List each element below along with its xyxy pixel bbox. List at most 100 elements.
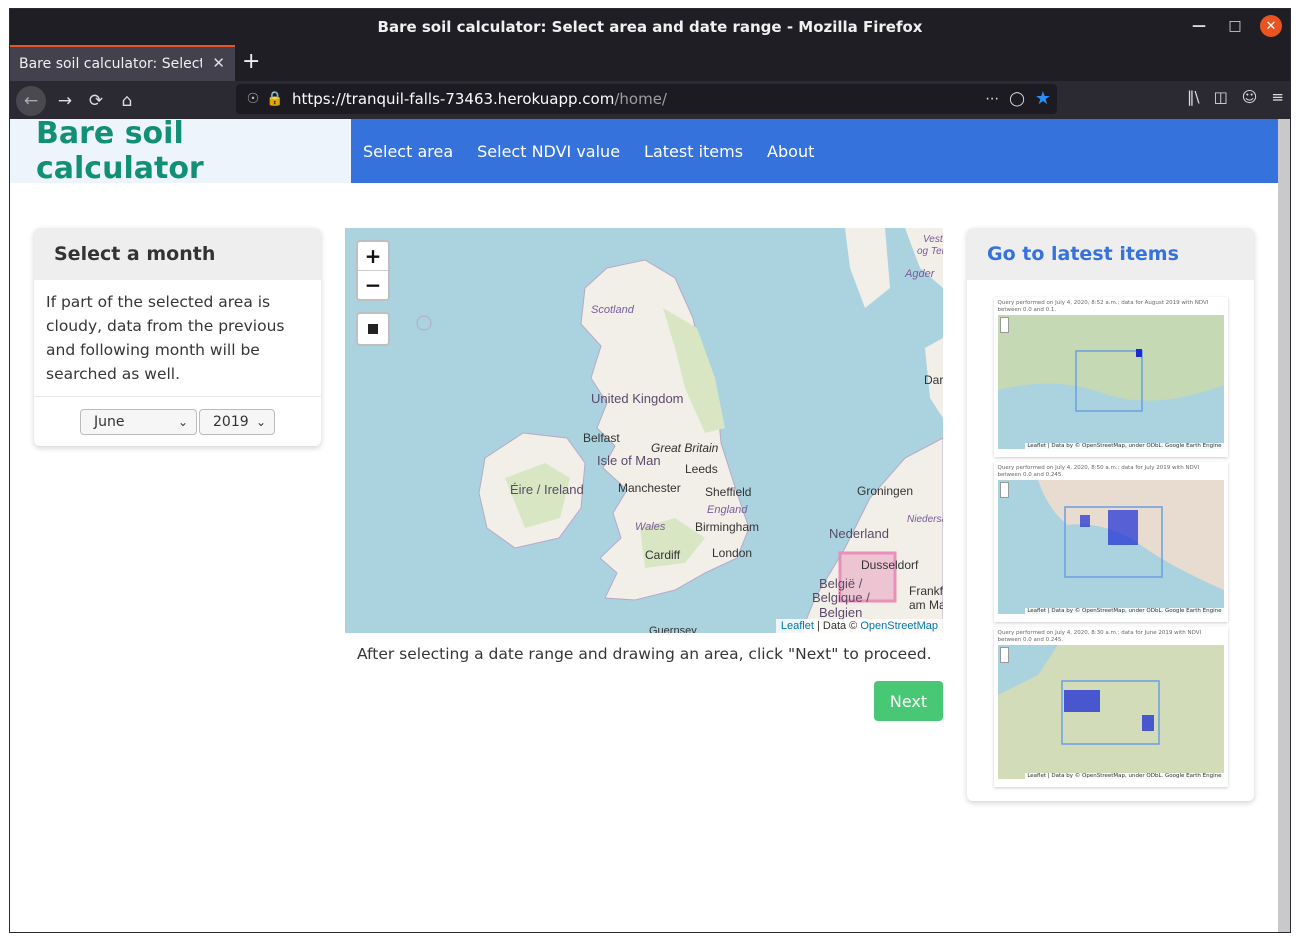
map-label-isle-of-man: Isle of Man [597, 453, 661, 468]
latest-item-thumbnail[interactable]: Query performed on July 4, 2020, 8:30 a.… [993, 627, 1228, 787]
map-tiles [345, 228, 943, 633]
maximize-icon[interactable]: □ [1224, 15, 1246, 37]
new-tab-icon[interactable]: + [242, 49, 260, 74]
tracking-shield-icon[interactable]: ☉ [242, 91, 264, 107]
month-select-value: June [94, 414, 125, 430]
chevron-down-icon: ⌄ [177, 415, 188, 429]
thumbnail-attribution: Leaflet | Data by © OpenStreetMap, under… [1025, 773, 1224, 779]
tab-strip: Bare soil calculator: Select a ✕ + [10, 45, 1290, 81]
latest-item-thumbnail[interactable]: Query performed on July 4, 2020, 8:52 a.… [993, 297, 1228, 457]
osm-link[interactable]: OpenStreetMap [860, 620, 938, 632]
account-icon[interactable]: ☺ [1242, 88, 1258, 106]
map-label-dusseldorf: Dusseldorf [861, 558, 919, 572]
pocket-icon[interactable]: ◯ [1009, 91, 1025, 107]
map-label-niedersa: Niedersa [907, 514, 943, 525]
library-icon[interactable]: ‖\ [1187, 88, 1200, 106]
browser-tab[interactable]: Bare soil calculator: Select a ✕ [10, 45, 235, 81]
month-card-title: Select a month [34, 228, 321, 280]
minimize-icon[interactable]: — [1188, 15, 1210, 37]
draw-rectangle-button[interactable] [356, 312, 390, 346]
url-path: /home/ [614, 90, 667, 108]
year-select-value: 2019 [213, 414, 249, 430]
thumbnail-caption: Query performed on July 4, 2020, 8:52 a.… [997, 300, 1209, 313]
browser-window: Bare soil calculator: Select area and da… [9, 8, 1291, 933]
map-label-frankfurt: Frankfu [909, 584, 943, 598]
close-icon[interactable]: ✕ [1260, 15, 1282, 37]
sidebar-icon[interactable]: ◫ [1214, 88, 1228, 106]
zoom-out-button[interactable]: − [358, 270, 388, 299]
map-label-great-britain: Great Britain [651, 441, 719, 455]
zoom-in-button[interactable]: + [358, 242, 388, 270]
lock-icon[interactable]: 🔒 [264, 91, 286, 107]
thumbnail-zoom-icon [999, 317, 1009, 333]
menu-select-ndvi[interactable]: Select NDVI value [477, 142, 620, 161]
url-actions: ⋯ ◯ ★ [985, 88, 1051, 109]
map-label-am-main: am Ma [909, 598, 943, 612]
map-attribution: Leaflet | Data © OpenStreetMap [775, 619, 943, 633]
map-label-leeds: Leeds [685, 462, 718, 476]
thumbnail-map-image [997, 645, 1224, 779]
map-label-united-kingdom: United Kingdom [591, 391, 684, 406]
thumbnail-map: Leaflet | Data by © OpenStreetMap, under… [997, 645, 1224, 779]
menu-select-area[interactable]: Select area [363, 142, 453, 161]
map-label-og-tele: og Tele [917, 246, 943, 257]
thumbnail-map: Leaflet | Data by © OpenStreetMap, under… [997, 315, 1224, 449]
window-titlebar: Bare soil calculator: Select area and da… [10, 9, 1290, 45]
month-select[interactable]: June ⌄ [80, 409, 197, 435]
map-label-dar: Dar [924, 373, 943, 387]
map-label-groningen: Groningen [857, 484, 914, 498]
map-label-guernsey: Guernsey [649, 625, 697, 633]
latest-items-title[interactable]: Go to latest items [967, 228, 1254, 280]
page-scrollbar[interactable] [1278, 119, 1290, 932]
url-text[interactable]: https://tranquil-falls-73463.herokuapp.c… [292, 90, 667, 108]
leaflet-link[interactable]: Leaflet [781, 620, 814, 632]
map-label-belgien: Belgien [819, 605, 863, 620]
map-label-belgie: België / [819, 576, 863, 591]
map-label-birmingham: Birmingham [695, 520, 760, 534]
map-label-agder: Agder [905, 268, 935, 280]
map-label-cardiff: Cardiff [645, 548, 681, 562]
window-controls: — □ ✕ [1188, 15, 1282, 37]
map-label-nederland: Nederland [829, 526, 889, 541]
window-title: Bare soil calculator: Select area and da… [377, 18, 923, 36]
menu-about[interactable]: About [767, 142, 814, 161]
brand-area: Bare soil calculator [10, 119, 351, 186]
rectangle-icon [368, 324, 378, 334]
map-label-london: London [712, 546, 753, 560]
page-actions-icon[interactable]: ⋯ [985, 91, 999, 107]
map-label-england: England [707, 504, 748, 516]
brand-logo[interactable]: Bare soil calculator [36, 119, 351, 186]
thumbnail-caption: Query performed on July 4, 2020, 8:30 a.… [997, 630, 1202, 643]
reload-icon[interactable]: ⟳ [83, 88, 109, 114]
map-label-sheffield: Sheffield [705, 485, 752, 499]
map-label-vest: Vest [923, 234, 943, 245]
menu-icon[interactable]: ≡ [1271, 88, 1284, 106]
toolbar-right: ‖\ ◫ ☺ ≡ [1187, 88, 1284, 106]
latest-item-thumbnail[interactable]: Query performed on July 4, 2020, 8:50 a.… [993, 462, 1228, 622]
next-button[interactable]: Next [874, 681, 943, 721]
menu-latest-items[interactable]: Latest items [644, 142, 743, 161]
url-host: https://tranquil-falls-73463.herokuapp.c… [292, 90, 615, 108]
url-bar[interactable]: ☉ 🔒 https://tranquil-falls-73463.herokua… [236, 84, 1057, 114]
map[interactable]: + − Scotland United Kingdom Belfast Grea… [345, 228, 943, 633]
year-select[interactable]: 2019 ⌄ [199, 409, 275, 435]
map-label-eire: Éire / Ireland [510, 482, 584, 497]
map-label-wales: Wales [635, 521, 666, 533]
tab-close-icon[interactable]: ✕ [212, 54, 225, 72]
bookmark-star-icon[interactable]: ★ [1035, 88, 1051, 109]
thumbnail-caption: Query performed on July 4, 2020, 8:50 a.… [997, 465, 1200, 478]
thumbnail-attribution: Leaflet | Data by © OpenStreetMap, under… [1025, 443, 1224, 449]
tab-title: Bare soil calculator: Select a [19, 56, 202, 72]
chevron-down-icon: ⌄ [255, 415, 266, 429]
main-menu: Select area Select NDVI value Latest ite… [351, 119, 1278, 183]
latest-items-card: Go to latest items Query performed on Ju… [967, 228, 1254, 801]
attribution-separator: | Data © [813, 620, 861, 632]
thumbnail-list: Query performed on July 4, 2020, 8:52 a.… [967, 280, 1254, 787]
home-icon[interactable]: ⌂ [114, 88, 140, 114]
month-card: Select a month If part of the selected a… [34, 228, 321, 446]
forward-icon[interactable]: → [52, 88, 78, 114]
zoom-control: + − [356, 240, 390, 301]
help-text: After selecting a date range and drawing… [357, 645, 932, 663]
back-icon[interactable]: ← [16, 86, 46, 116]
thumbnail-attribution: Leaflet | Data by © OpenStreetMap, under… [1025, 608, 1224, 614]
